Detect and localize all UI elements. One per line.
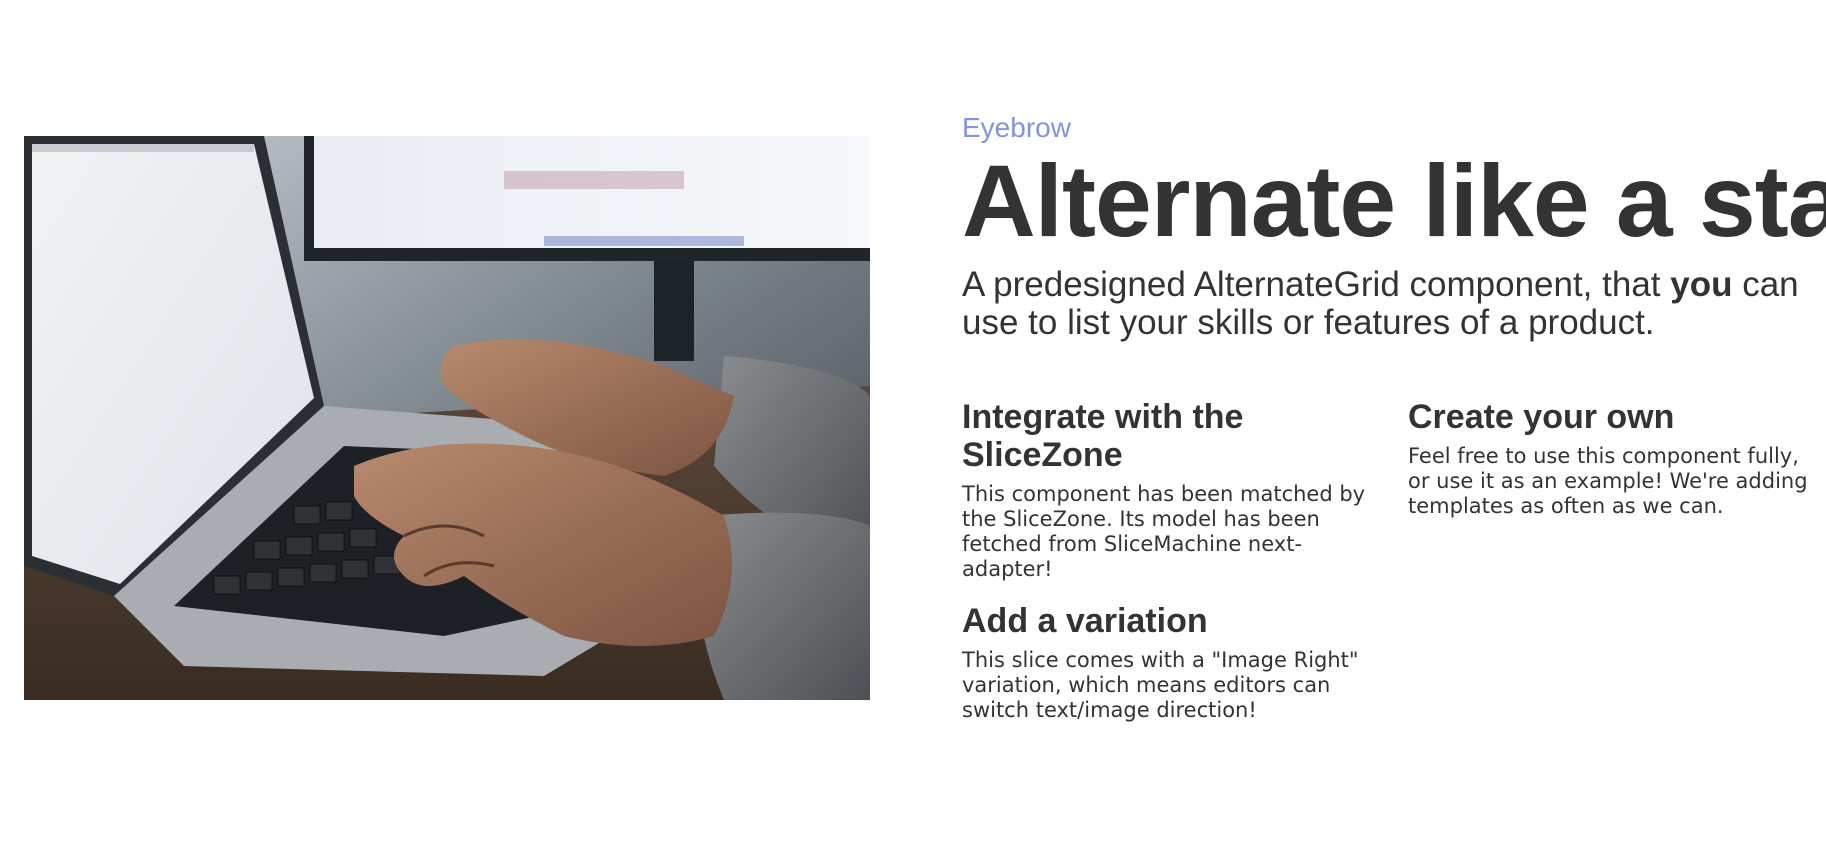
- description-text-start: A predesigned AlternateGrid component, t…: [962, 265, 1671, 304]
- feature-item-title: Integrate with the SliceZone: [962, 398, 1244, 474]
- content-column: Eyebrow Alternate like a star A predesig…: [962, 110, 1826, 722]
- feature-item-description: Feel free to use this component fully, o…: [1408, 444, 1808, 518]
- eyebrow-text: Eyebrow: [962, 112, 1071, 143]
- section-title: Alternate like a star: [962, 144, 1826, 258]
- feature-item-create-your-own: Create your own Feel free to use this co…: [1408, 398, 1818, 519]
- laptop-typing-illustration: [24, 136, 870, 700]
- feature-item-title: Create your own: [1408, 398, 1675, 436]
- description-emphasis: you: [1670, 265, 1733, 304]
- feature-item-title: Add a variation: [962, 602, 1208, 640]
- feature-item-description: This component has been matched by the S…: [962, 482, 1366, 581]
- alternate-grid-section: Eyebrow Alternate like a star A predesig…: [0, 0, 1826, 848]
- feature-item-slicezone: Integrate with the SliceZone This compon…: [962, 398, 1372, 582]
- feature-item-description: This slice comes with a "Image Right" va…: [962, 648, 1359, 722]
- section-description: A predesigned AlternateGrid component, t…: [962, 266, 1812, 342]
- hero-image: [24, 136, 870, 700]
- feature-item-add-variation: Add a variation This slice comes with a …: [962, 602, 1372, 723]
